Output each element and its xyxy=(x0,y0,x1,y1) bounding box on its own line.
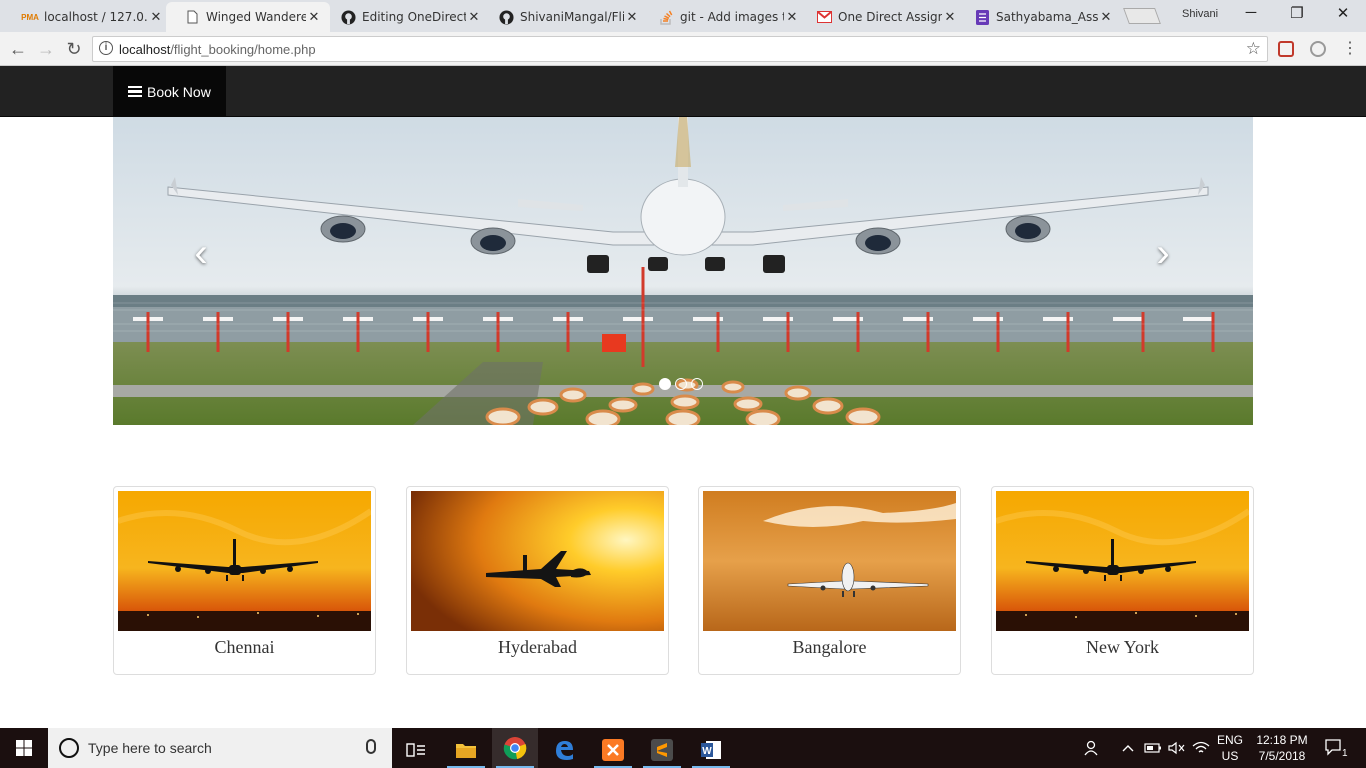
destination-name[interactable]: Chennai xyxy=(114,637,375,658)
destination-card-bangalore[interactable]: Bangalore xyxy=(698,486,961,675)
clock-date: 7/5/2018 xyxy=(1258,749,1306,763)
destination-image xyxy=(703,491,956,631)
forward-arrow-icon[interactable]: → xyxy=(34,37,58,61)
windows-taskbar: Type here to search W ENG US 12:18 PM 7/… xyxy=(0,728,1366,768)
close-tab-icon[interactable]: ✕ xyxy=(148,9,164,25)
close-tab-icon[interactable]: ✕ xyxy=(1098,9,1114,25)
taskbar-search-box[interactable]: Type here to search xyxy=(48,728,392,768)
browser-tab[interactable]: PMA localhost / 127.0.0 ✕ xyxy=(4,2,172,32)
file-explorer-icon[interactable] xyxy=(443,732,489,768)
address-bar[interactable]: i localhost/flight_booking/home.php ☆ xyxy=(92,36,1268,62)
minimize-icon[interactable]: ─ xyxy=(1228,4,1274,21)
url-host: localhost xyxy=(119,42,171,57)
carousel-next-icon[interactable]: › xyxy=(1143,229,1183,277)
forms-icon xyxy=(974,9,990,25)
site-navbar: Book Now xyxy=(0,66,1366,117)
destination-image xyxy=(118,491,371,631)
pocket-extension-icon[interactable] xyxy=(1278,41,1294,57)
clock-time: 12:18 PM xyxy=(1256,733,1308,747)
restore-icon[interactable]: ❐ xyxy=(1274,4,1320,22)
github-icon xyxy=(340,9,356,25)
new-tab-button[interactable] xyxy=(1123,8,1161,24)
tab-title: Sathyabama_Assig xyxy=(996,10,1098,24)
browser-tab[interactable]: ShivaniMangal/Flig ✕ xyxy=(480,2,648,32)
search-placeholder: Type here to search xyxy=(88,740,212,756)
destination-image xyxy=(996,491,1249,631)
carousel-indicator[interactable] xyxy=(675,378,687,390)
language-code: ENG xyxy=(1216,733,1243,747)
browser-tab[interactable]: git - Add images to ✕ xyxy=(640,2,808,32)
carousel-indicator[interactable] xyxy=(659,378,671,390)
gmail-icon xyxy=(816,9,832,25)
destination-card-new-york[interactable]: New York xyxy=(991,486,1254,675)
tab-title: One Direct Assignm xyxy=(838,10,942,24)
input-language[interactable]: ENG US xyxy=(1215,732,1245,764)
edge-icon[interactable] xyxy=(541,732,587,768)
tab-title: ShivaniMangal/Flig xyxy=(520,10,624,24)
browser-tab[interactable]: Editing OneDirect ✕ xyxy=(322,2,490,32)
book-now-label: Book Now xyxy=(147,83,211,100)
carousel-indicators xyxy=(659,378,703,390)
browser-tab[interactable]: Sathyabama_Assig ✕ xyxy=(956,2,1122,32)
carousel-indicator[interactable] xyxy=(691,378,703,390)
windows-start-icon[interactable] xyxy=(0,728,48,768)
book-now-link[interactable]: Book Now xyxy=(113,66,226,117)
browser-tab[interactable]: One Direct Assignm ✕ xyxy=(798,2,966,32)
microphone-icon[interactable] xyxy=(366,739,376,754)
close-window-icon[interactable]: ✕ xyxy=(1320,4,1366,22)
destination-image xyxy=(411,491,664,631)
reload-icon[interactable]: ↻ xyxy=(62,37,86,61)
browser-tab-active[interactable]: Winged Wanderer ✕ xyxy=(166,2,330,32)
browser-tab-strip: PMA localhost / 127.0.0 ✕ Winged Wandere… xyxy=(0,0,1366,32)
profile-name[interactable]: Shivani xyxy=(1182,8,1218,20)
close-tab-icon[interactable]: ✕ xyxy=(624,9,640,25)
svg-text:W: W xyxy=(702,746,712,757)
tab-title: git - Add images to xyxy=(680,10,784,24)
github-icon xyxy=(498,9,514,25)
tab-title: Editing OneDirect xyxy=(362,10,466,24)
destination-name[interactable]: New York xyxy=(992,637,1253,658)
tab-title: Winged Wanderer xyxy=(206,10,306,24)
task-view-icon[interactable] xyxy=(393,732,439,768)
region-code: US xyxy=(1221,749,1239,763)
tab-title: localhost / 127.0.0 xyxy=(44,10,148,24)
chevron-up-icon[interactable] xyxy=(1122,728,1134,768)
notification-count: 1 xyxy=(1342,747,1348,759)
xampp-icon[interactable] xyxy=(590,732,636,768)
destination-card-hyderabad[interactable]: Hyderabad xyxy=(406,486,669,675)
bookmark-star-icon[interactable]: ☆ xyxy=(1246,39,1261,59)
wifi-icon[interactable] xyxy=(1192,728,1210,768)
sublime-text-icon[interactable] xyxy=(639,732,685,768)
word-icon[interactable]: W xyxy=(688,732,734,768)
skype-extension-icon[interactable] xyxy=(1310,41,1326,57)
phpmyadmin-icon: PMA xyxy=(21,12,39,22)
list-icon xyxy=(128,85,142,98)
menu-dots-icon[interactable]: ⋮ xyxy=(1342,38,1358,58)
notification-center-icon[interactable]: 1 xyxy=(1324,728,1348,768)
destination-name[interactable]: Hyderabad xyxy=(407,637,668,658)
url-path: /flight_booking/home.php xyxy=(170,42,316,57)
volume-muted-icon[interactable] xyxy=(1168,728,1186,768)
back-arrow-icon[interactable]: ← xyxy=(6,37,30,61)
url-text[interactable]: localhost/flight_booking/home.php xyxy=(119,42,316,57)
chrome-icon[interactable] xyxy=(492,728,538,768)
hero-carousel: ‹ › xyxy=(113,117,1253,425)
cortana-icon xyxy=(59,738,79,758)
stackoverflow-icon xyxy=(658,9,674,25)
carousel-prev-icon[interactable]: ‹ xyxy=(181,229,221,277)
destination-name[interactable]: Bangalore xyxy=(699,637,960,658)
destination-card-chennai[interactable]: Chennai xyxy=(113,486,376,675)
people-icon[interactable] xyxy=(1083,728,1101,768)
page-icon xyxy=(184,9,200,25)
web-page: Book Now ‹ › Chennai Hyderabad Bangalore… xyxy=(0,66,1366,728)
browser-toolbar: ← → ↻ i localhost/flight_booking/home.ph… xyxy=(0,32,1366,66)
info-icon[interactable]: i xyxy=(99,41,113,55)
clock[interactable]: 12:18 PM 7/5/2018 xyxy=(1250,732,1314,764)
close-tab-icon[interactable]: ✕ xyxy=(306,9,322,25)
battery-icon[interactable] xyxy=(1144,728,1162,768)
